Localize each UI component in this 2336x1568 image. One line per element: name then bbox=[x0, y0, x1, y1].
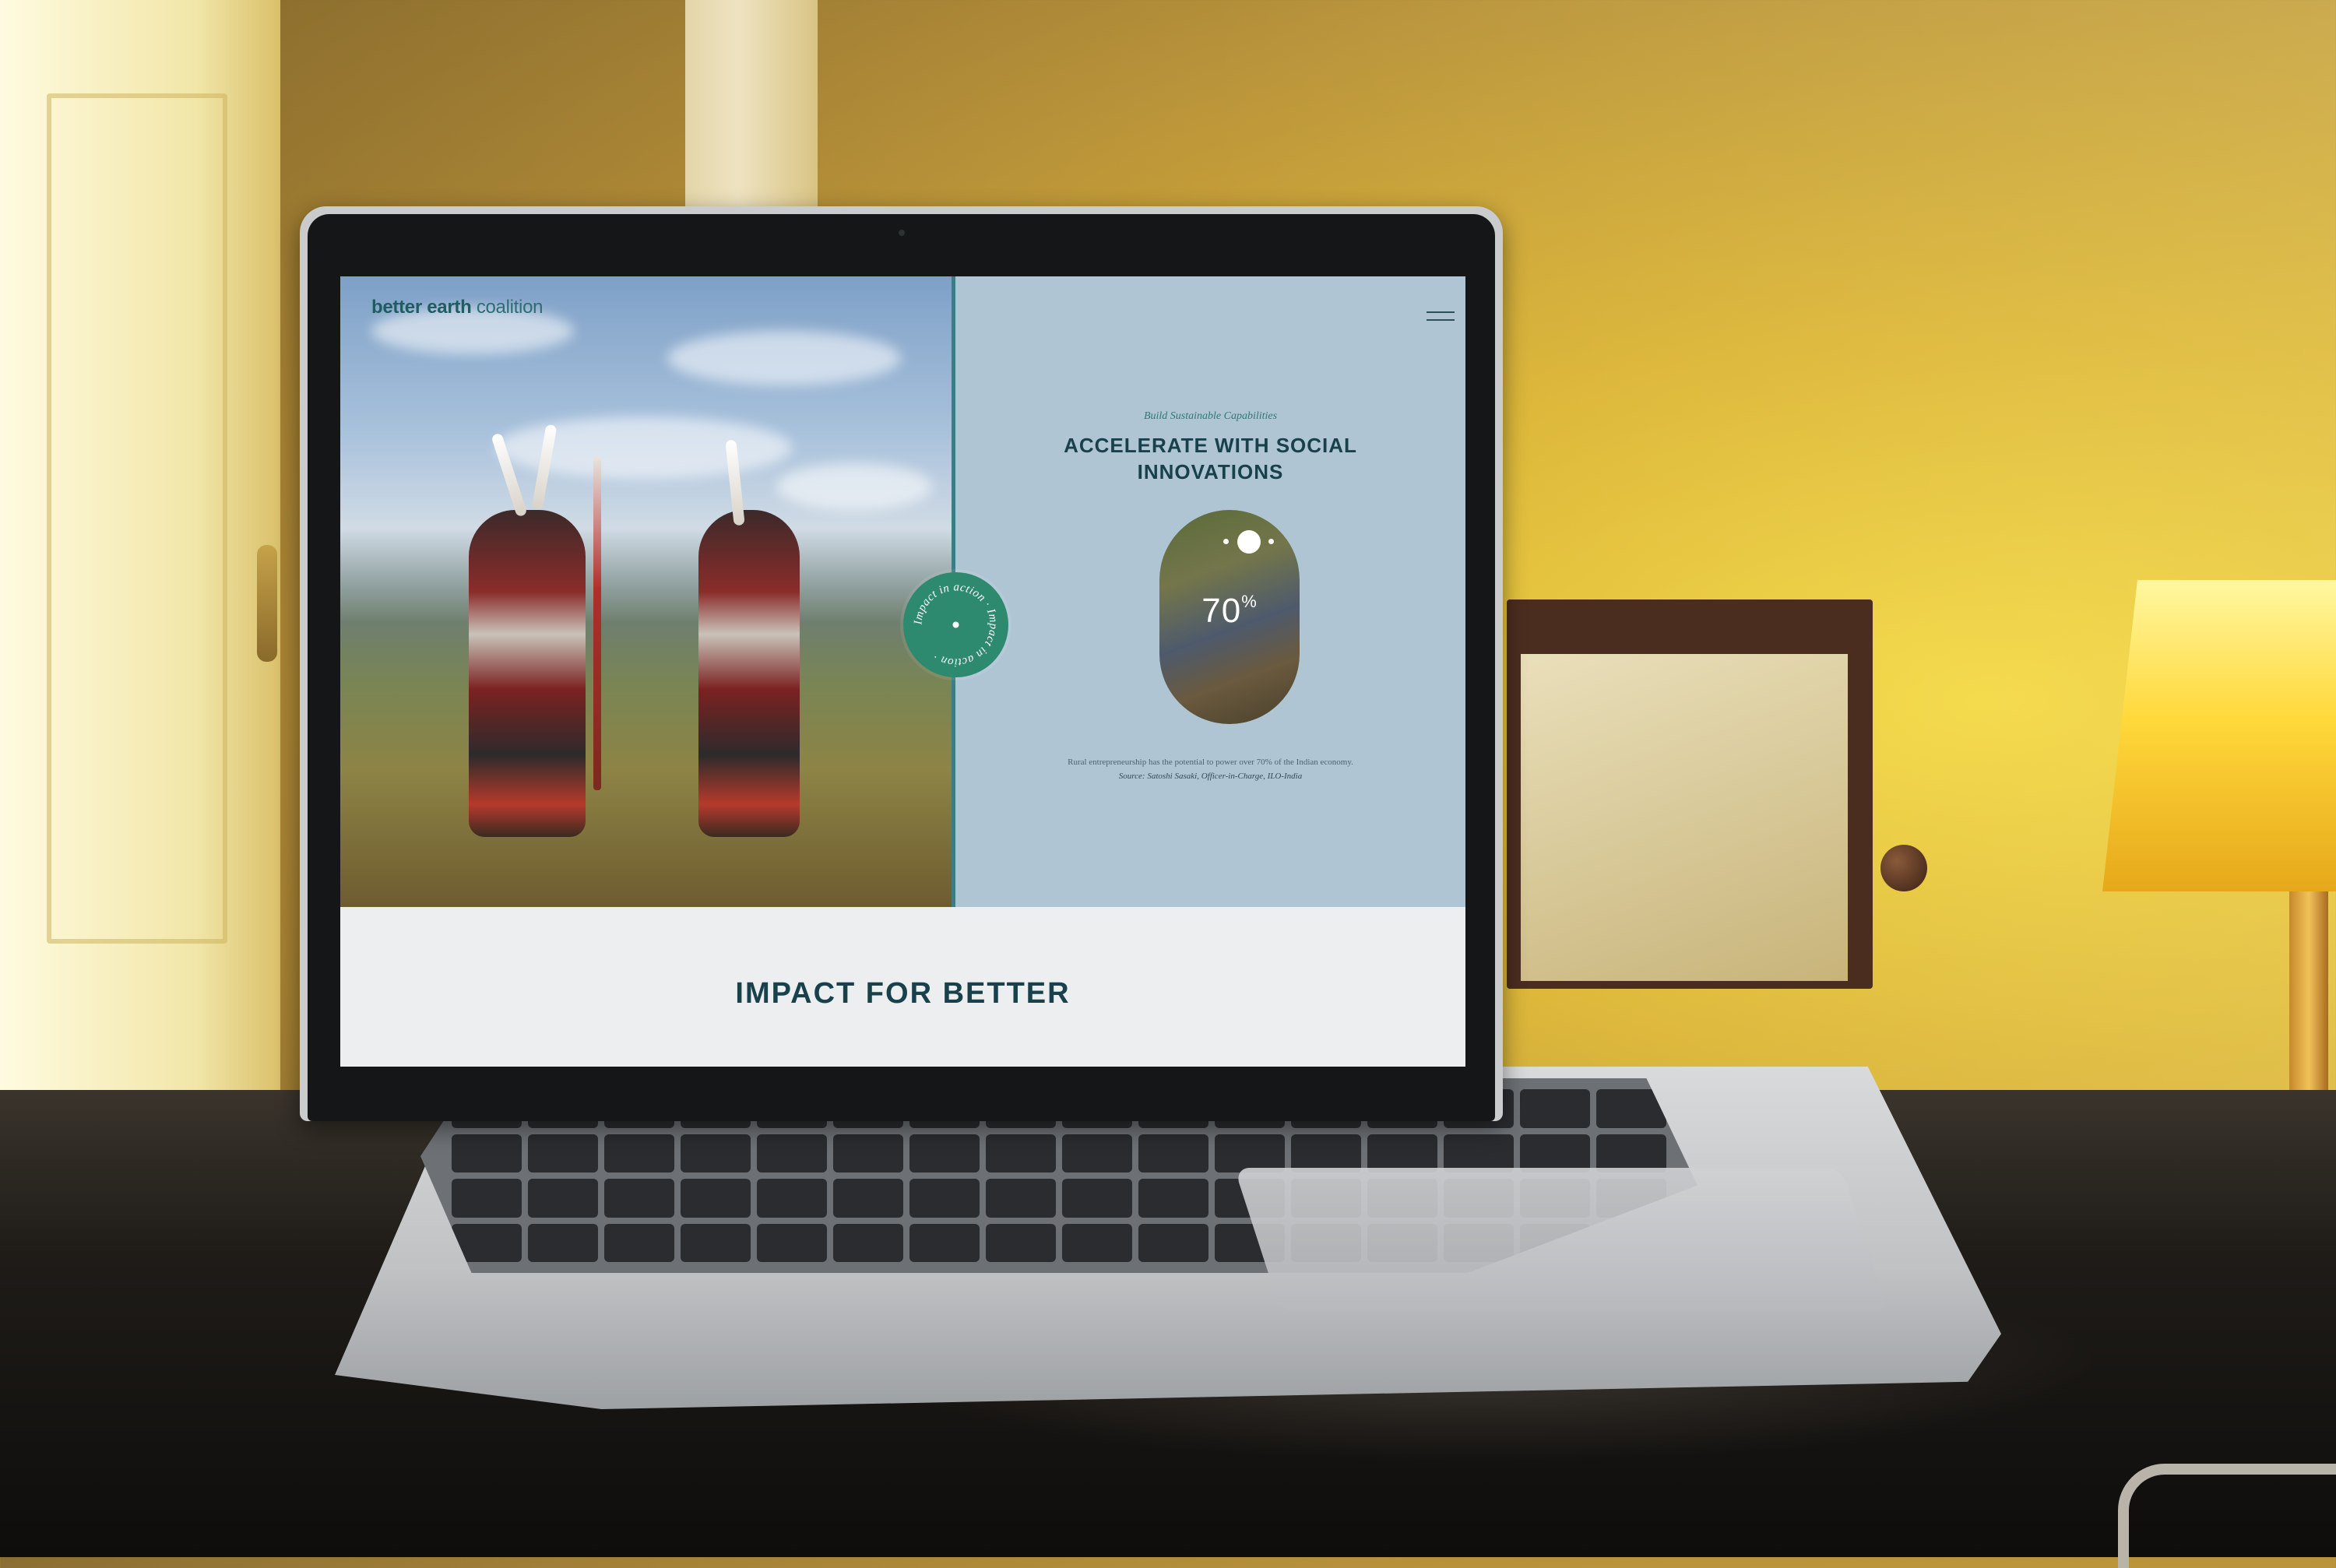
chair-cushion bbox=[1521, 654, 1848, 981]
lamp-shade bbox=[2102, 580, 2336, 891]
key[interactable] bbox=[1367, 1134, 1437, 1172]
logo-light: coalition bbox=[476, 297, 544, 318]
key[interactable] bbox=[909, 1179, 980, 1218]
key[interactable] bbox=[528, 1134, 598, 1172]
key[interactable] bbox=[1520, 1089, 1590, 1128]
key[interactable] bbox=[986, 1134, 1056, 1172]
cloud bbox=[776, 463, 932, 510]
stat-capsule: 70% bbox=[1159, 510, 1300, 724]
key[interactable] bbox=[986, 1223, 1056, 1262]
key[interactable] bbox=[1062, 1134, 1132, 1172]
door-handle bbox=[257, 545, 277, 662]
section-heading: ACCELERATE WITH SOCIAL INNOVATIONS bbox=[1064, 434, 1357, 483]
caption-source: Source: Satoshi Sasaki, Officer-in-Charg… bbox=[1118, 772, 1303, 781]
trackpad[interactable] bbox=[1233, 1168, 1889, 1312]
door-panel bbox=[47, 93, 227, 944]
key[interactable] bbox=[1291, 1134, 1361, 1172]
caption-text: Rural entrepreneurship has the potential… bbox=[1068, 758, 1353, 767]
dancer-figure bbox=[469, 510, 586, 837]
key[interactable] bbox=[1138, 1134, 1208, 1172]
key[interactable] bbox=[528, 1223, 598, 1262]
impact-title: IMPACT FOR BETTER bbox=[735, 977, 1071, 1010]
chair-finial bbox=[1880, 845, 1927, 891]
key[interactable] bbox=[452, 1179, 522, 1218]
room-door bbox=[0, 0, 280, 1113]
key[interactable] bbox=[833, 1134, 903, 1172]
hero-photo bbox=[340, 276, 955, 907]
key[interactable] bbox=[604, 1179, 674, 1218]
key[interactable] bbox=[1062, 1223, 1132, 1262]
carousel-dot-active[interactable] bbox=[1237, 530, 1261, 554]
key[interactable] bbox=[681, 1179, 751, 1218]
hamburger-menu-icon[interactable] bbox=[1427, 311, 1455, 324]
key[interactable] bbox=[833, 1179, 903, 1218]
lamp-stand bbox=[2289, 891, 2328, 1094]
key[interactable] bbox=[1138, 1223, 1208, 1262]
screen-bezel: Build Sustainable Capabilities ACCELERAT… bbox=[308, 214, 1495, 1121]
key[interactable] bbox=[909, 1223, 980, 1262]
key[interactable] bbox=[757, 1179, 827, 1218]
stat-unit: % bbox=[1241, 592, 1258, 611]
chair-back bbox=[1507, 599, 1873, 989]
stat-figure: 70% bbox=[1159, 592, 1300, 631]
key[interactable] bbox=[681, 1223, 751, 1262]
laptop-lid: Build Sustainable Capabilities ACCELERAT… bbox=[300, 206, 1503, 1121]
key[interactable] bbox=[833, 1223, 903, 1262]
key[interactable] bbox=[681, 1134, 751, 1172]
dancer-figure bbox=[698, 510, 800, 837]
key[interactable] bbox=[909, 1134, 980, 1172]
stat-caption: Rural entrepreneurship has the potential… bbox=[1002, 755, 1419, 783]
website-screen: Build Sustainable Capabilities ACCELERAT… bbox=[340, 276, 1465, 1067]
badge-ring: Impact in action · Impact in action · bbox=[912, 581, 999, 668]
key[interactable] bbox=[1520, 1134, 1590, 1172]
desk-rail bbox=[2118, 1464, 2336, 1568]
carousel-dot[interactable] bbox=[1223, 539, 1229, 544]
key[interactable] bbox=[986, 1179, 1056, 1218]
impact-in-action-badge[interactable]: Impact in action · Impact in action · bbox=[903, 572, 1008, 677]
key[interactable] bbox=[604, 1223, 674, 1262]
key[interactable] bbox=[1138, 1179, 1208, 1218]
cloud bbox=[667, 331, 901, 385]
webcam-icon bbox=[898, 230, 905, 236]
site-logo[interactable]: better earth coalition bbox=[371, 297, 543, 318]
key[interactable] bbox=[604, 1134, 674, 1172]
key[interactable] bbox=[757, 1223, 827, 1262]
key[interactable] bbox=[528, 1179, 598, 1218]
stat-value: 70 bbox=[1201, 592, 1242, 630]
key[interactable] bbox=[1062, 1179, 1132, 1218]
key[interactable] bbox=[452, 1134, 522, 1172]
key[interactable] bbox=[1215, 1134, 1285, 1172]
carousel-dot[interactable] bbox=[1268, 539, 1274, 544]
section-kicker: Build Sustainable Capabilities bbox=[1143, 410, 1278, 422]
info-panel: Build Sustainable Capabilities ACCELERAT… bbox=[955, 276, 1465, 907]
key[interactable] bbox=[757, 1134, 827, 1172]
key[interactable] bbox=[1596, 1134, 1666, 1172]
spear bbox=[593, 455, 601, 790]
key[interactable] bbox=[1444, 1134, 1514, 1172]
logo-bold: better earth bbox=[371, 297, 472, 318]
